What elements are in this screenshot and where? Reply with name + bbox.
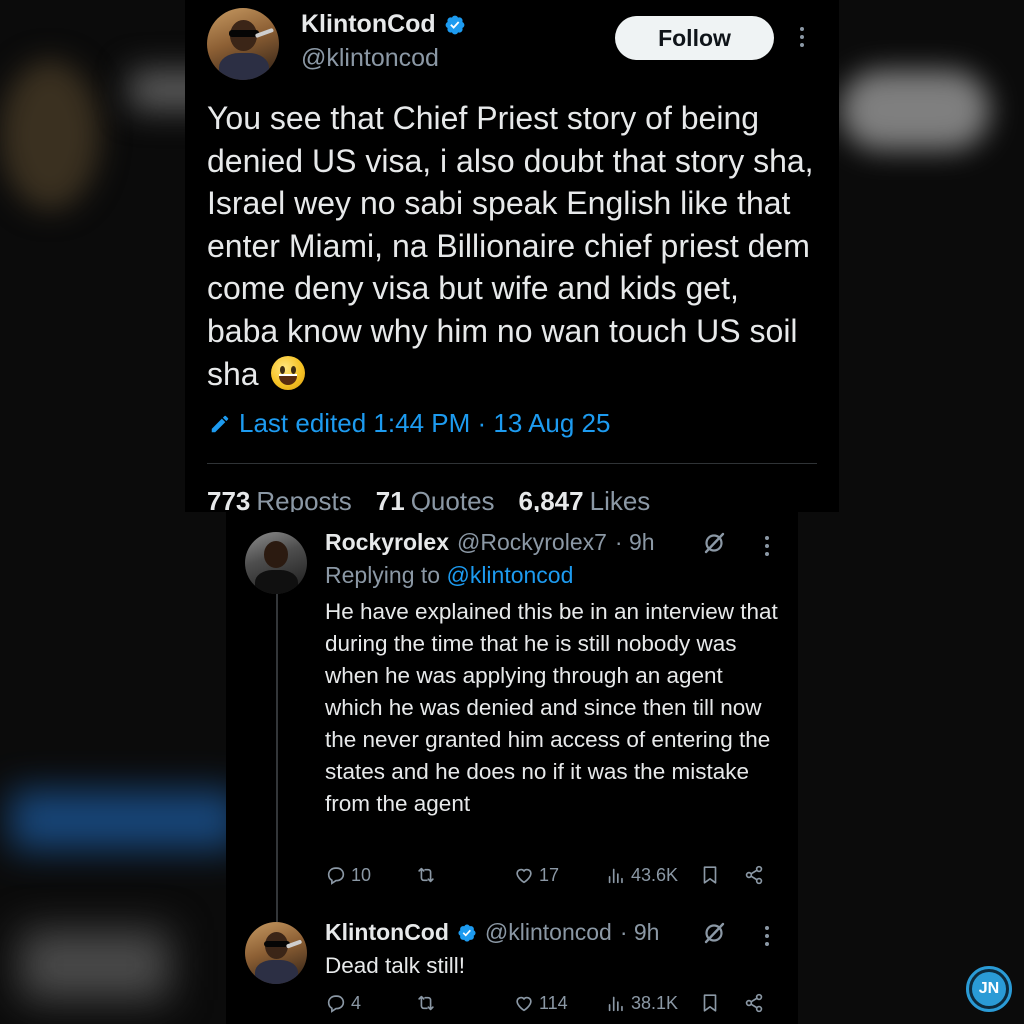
bookmark-icon xyxy=(703,994,717,1012)
replying-to: Replying to @klintoncod xyxy=(325,562,573,589)
tweet-body: You see that Chief Priest story of being… xyxy=(207,97,817,395)
watermark-logo: JN xyxy=(966,966,1012,1012)
bookmark-button[interactable] xyxy=(699,864,721,886)
blurred-stats xyxy=(20,930,170,1000)
like-button[interactable]: 17 xyxy=(513,864,559,886)
grinning-face-emoji-icon xyxy=(271,355,306,390)
last-edited-link[interactable]: Last edited 1:44 PM · 13 Aug 25 xyxy=(209,408,610,439)
like-button[interactable]: 114 xyxy=(513,992,568,1014)
bookmark-icon xyxy=(703,866,717,884)
comment-icon xyxy=(327,867,345,885)
heart-icon xyxy=(516,996,532,1012)
like-count: 114 xyxy=(539,992,568,1013)
views-button[interactable]: 38.1K xyxy=(605,992,678,1014)
repost-button[interactable] xyxy=(415,992,441,1014)
share-button[interactable] xyxy=(743,864,765,886)
heart-icon xyxy=(516,868,532,884)
repost-icon xyxy=(418,995,434,1011)
reply-header: KlintonCod @klintoncod · 9h xyxy=(325,919,659,946)
replies-panel: Rockyrolex @Rockyrolex7 · 9h Replying to… xyxy=(226,512,798,1024)
reply-button[interactable]: 10 xyxy=(325,864,371,886)
thread-connector-line xyxy=(276,592,278,922)
reply-author-name[interactable]: KlintonCod xyxy=(325,919,449,946)
tweet-stats: 773 Reposts 71 Quotes 6,847 Likes xyxy=(207,486,650,512)
replying-to-prefix: Replying to xyxy=(325,562,447,588)
main-tweet: KlintonCod @klintoncod Follow You see th… xyxy=(185,0,839,512)
follow-button[interactable]: Follow xyxy=(615,16,774,60)
replying-to-handle[interactable]: @klintoncod xyxy=(446,562,573,588)
reply-author-handle[interactable]: @Rockyrolex7 xyxy=(457,529,607,556)
views-count: 43.6K xyxy=(631,864,679,885)
repost-button[interactable] xyxy=(415,864,441,886)
author-handle[interactable]: @klintoncod xyxy=(301,44,439,73)
comment-icon xyxy=(327,995,345,1013)
grok-icon[interactable] xyxy=(702,921,726,945)
reply-header: Rockyrolex @Rockyrolex7 · 9h xyxy=(325,529,655,556)
reply-author-name[interactable]: Rockyrolex xyxy=(325,529,449,556)
more-options-icon[interactable] xyxy=(799,27,805,47)
like-count: 17 xyxy=(539,864,560,885)
reply-actions: 10 17 43.6K xyxy=(325,864,785,894)
share-icon xyxy=(745,865,763,885)
reply-avatar[interactable] xyxy=(245,922,307,984)
blurred-edited-label xyxy=(10,790,240,850)
watermark-text: JN xyxy=(972,972,1006,1006)
reply-count: 4 xyxy=(351,992,362,1013)
reply-count: 10 xyxy=(351,864,372,885)
blurred-avatar xyxy=(0,60,100,210)
views-count: 38.1K xyxy=(631,992,679,1013)
reply-timestamp[interactable]: · 9h xyxy=(615,529,655,556)
reply-body: Dead talk still! xyxy=(325,953,466,978)
views-button[interactable]: 43.6K xyxy=(605,864,678,886)
author-name[interactable]: KlintonCod xyxy=(301,10,466,39)
pencil-edit-icon xyxy=(211,415,229,432)
reply-more-options-icon[interactable] xyxy=(764,926,770,946)
divider xyxy=(207,463,817,464)
reply-actions: 4 114 38.1K xyxy=(325,992,785,1022)
reply-timestamp[interactable]: · 9h xyxy=(620,919,660,946)
quotes-stat[interactable]: 71 Quotes xyxy=(376,486,495,512)
author-avatar[interactable] xyxy=(207,8,279,80)
reply-button[interactable]: 4 xyxy=(325,992,361,1014)
share-icon xyxy=(745,993,763,1013)
author-name-text[interactable]: KlintonCod xyxy=(301,10,436,39)
verified-badge-icon xyxy=(445,15,465,34)
blurred-follow-button xyxy=(840,70,990,150)
reply-author-handle[interactable]: @klintoncod xyxy=(485,919,612,946)
reposts-stat[interactable]: 773 Reposts xyxy=(207,486,352,512)
grok-icon[interactable] xyxy=(702,531,726,555)
views-bar-chart-icon xyxy=(608,868,623,884)
reply-more-options-icon[interactable] xyxy=(764,536,770,556)
views-bar-chart-icon xyxy=(608,996,623,1012)
reply-avatar[interactable] xyxy=(245,532,307,594)
likes-stat[interactable]: 6,847 Likes xyxy=(519,486,651,512)
tweet-text: You see that Chief Priest story of being… xyxy=(207,100,814,392)
share-button[interactable] xyxy=(743,992,765,1014)
bookmark-button[interactable] xyxy=(699,992,721,1014)
reply-body: He have explained this be in an intervie… xyxy=(325,599,778,816)
last-edited-text[interactable]: Last edited 1:44 PM · 13 Aug 25 xyxy=(239,408,610,439)
verified-badge-icon xyxy=(458,923,476,942)
repost-icon xyxy=(418,867,434,883)
